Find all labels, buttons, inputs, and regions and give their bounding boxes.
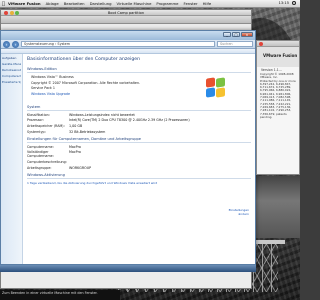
- status-tooltip: Zum Beenden in einer virtuelle Maschine …: [0, 290, 120, 300]
- system-key: Arbeitsspeicher (RAM):: [27, 123, 65, 128]
- sidebar-item-protection[interactable]: Computerschutz: [2, 74, 21, 78]
- system-value: 1,00 GB: [69, 123, 83, 128]
- search-input[interactable]: Suchen: [217, 41, 253, 47]
- computer-row: Arbeitsgruppe: WORKGROUP: [27, 166, 251, 170]
- maximize-icon[interactable]: □: [232, 32, 240, 37]
- menu-hilfe[interactable]: Hilfe: [203, 1, 212, 6]
- close-about-icon[interactable]: [259, 42, 263, 46]
- edition-section-title: Windows-Edition: [27, 67, 251, 73]
- system-properties-window: _ □ × ‹ › Systemsteuerung › System Suche…: [0, 30, 256, 265]
- system-row: Arbeitsspeicher (RAM): 1,00 GB: [27, 124, 251, 128]
- rating-link[interactable]: Windows-Leistungsindex nicht bewertet: [69, 113, 135, 117]
- forward-icon[interactable]: ›: [12, 40, 19, 48]
- spotlight-icon[interactable]: [292, 1, 296, 5]
- activation-section-title: Windows-Aktivierung: [27, 173, 251, 179]
- windows-logo-icon: [205, 77, 227, 99]
- menu-darstellung[interactable]: Darstellung: [90, 1, 112, 6]
- menu-app[interactable]: VMware Fusion: [8, 1, 41, 6]
- window-title-bar[interactable]: _ □ ×: [1, 31, 255, 40]
- vmware-window-title: Boot Camp partition: [107, 11, 145, 15]
- vmware-title-bar[interactable]: Boot Camp partition: [1, 10, 251, 16]
- sidebar-heading: Aufgaben: [2, 56, 17, 60]
- computer-key: Computerbeschreibung:: [27, 159, 67, 164]
- system-row: Klassifikation: Windows-Leistungsindex ni…: [27, 113, 251, 117]
- menu-fenster[interactable]: Fenster: [183, 1, 197, 6]
- sidebar-item-device-manager[interactable]: Geräte-Manager: [2, 62, 21, 66]
- system-key: Systemtyp:: [27, 129, 46, 134]
- system-key: Klassifikation:: [27, 112, 50, 117]
- vmware-toolbar: [1, 16, 251, 24]
- menu-programme[interactable]: Programme: [156, 1, 178, 6]
- address-field[interactable]: Systemsteuerung › System: [21, 41, 215, 47]
- system-row: Prozessor: Intel(R) Core(TM) 2 Duo CPU T8…: [27, 118, 251, 122]
- task-sidebar: Aufgaben Geräte-Manager Remoteeinstellun…: [1, 54, 23, 264]
- close-icon[interactable]: ×: [241, 32, 253, 37]
- back-icon[interactable]: ‹: [3, 40, 10, 48]
- computer-key: Vollständiger Computername:: [27, 150, 54, 159]
- about-dialog: VMware Fusion Version 1.1... Copyright ©…: [256, 40, 300, 175]
- about-copy-line: 7,356,679; patents pending.: [260, 111, 287, 119]
- computer-row: Vollständiger Computername: MacPro: [27, 150, 251, 158]
- about-title-bar[interactable]: [257, 41, 299, 47]
- computer-value: MacPro: [69, 150, 81, 155]
- about-copyright: Copyright © 1998-2008 VMware, Inc. Prote…: [257, 72, 299, 119]
- mac-menu-bar:  VMware Fusion Ablage Bearbeiten Darste…: [0, 0, 300, 8]
- sidebar-item-advanced[interactable]: Erweiterte Systemeinstellungen: [2, 80, 21, 84]
- menu-bearbeiten[interactable]: Bearbeiten: [64, 1, 85, 6]
- zoom-window-icon[interactable]: [15, 11, 19, 15]
- computer-key: Computername:: [27, 144, 54, 149]
- apple-menu-icon[interactable]: : [2, 1, 5, 7]
- address-bar: ‹ › Systemsteuerung › System Suchen: [1, 40, 255, 49]
- computer-row: Computerbeschreibung:: [27, 160, 251, 164]
- menu-ablage[interactable]: Ablage: [46, 1, 59, 6]
- minimize-window-icon[interactable]: [9, 11, 14, 15]
- sidebar-item-remote[interactable]: Remoteeinstellungen: [2, 68, 21, 72]
- about-product-name: VMware Fusion: [257, 47, 299, 67]
- vista-taskbar: [0, 265, 256, 272]
- system-value: Intel(R) Core(TM) 2 Duo CPU T8300 @ 2.40…: [69, 118, 190, 123]
- system-row: Systemtyp: 32 Bit-Betriebssystem: [27, 130, 251, 134]
- computer-section-title: Einstellungen für Computernamen, Domäne …: [27, 137, 251, 143]
- computer-key: Arbeitsgruppe:: [27, 165, 52, 170]
- computer-value: WORKGROUP: [69, 165, 92, 170]
- system-section-title: System: [27, 105, 251, 111]
- system-value: 32 Bit-Betriebssystem: [69, 129, 106, 134]
- activation-link[interactable]: 1 Tage verbleibend, bis die Aktivierung …: [27, 181, 251, 185]
- close-window-icon[interactable]: [4, 11, 8, 15]
- computer-value: MacPro: [69, 144, 81, 149]
- clock-text[interactable]: 13:15: [279, 1, 289, 5]
- minimize-icon[interactable]: _: [223, 32, 231, 37]
- change-settings-link[interactable]: Einstellungen ändern: [221, 208, 249, 216]
- about-background-photo: [256, 176, 300, 238]
- page-title: Basisinformationen über den Computer anz…: [27, 57, 141, 62]
- menu-virtuelle-maschine[interactable]: Virtuelle Maschine: [117, 1, 152, 6]
- system-key: Prozessor:: [27, 118, 44, 123]
- computer-row: Computername: MacPro: [27, 145, 251, 149]
